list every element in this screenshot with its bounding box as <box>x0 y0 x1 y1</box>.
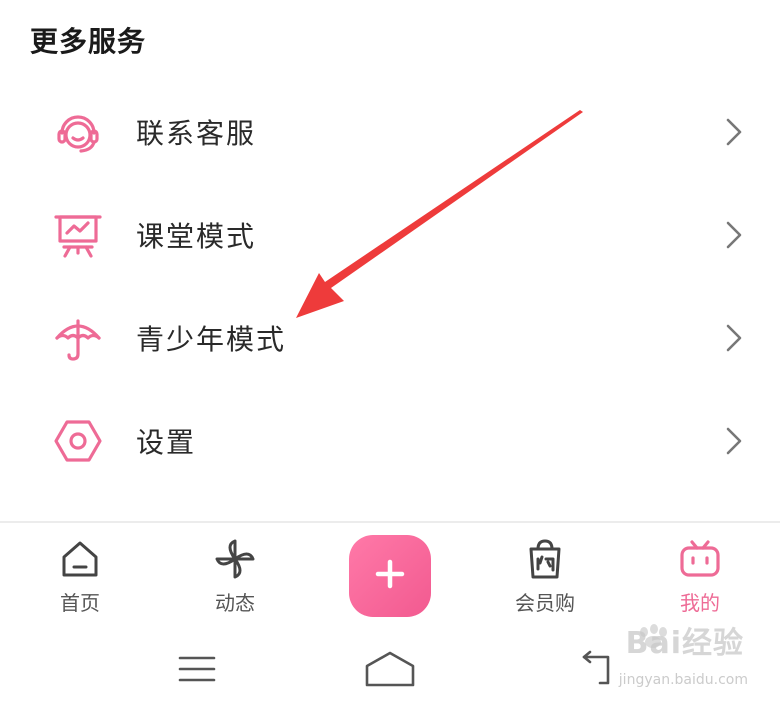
system-menu-button[interactable] <box>167 650 227 692</box>
menu-item-label: 联系客服 <box>136 116 257 150</box>
tab-mine[interactable]: 我的 <box>640 523 760 628</box>
presentation-board-icon <box>52 209 104 261</box>
home-outline-icon <box>363 650 417 692</box>
pinwheel-icon <box>213 537 257 581</box>
tab-label: 动态 <box>215 591 255 615</box>
tab-dynamic[interactable]: 动态 <box>175 523 295 628</box>
menu-item-classroom-mode[interactable]: 课堂模式 <box>0 183 780 286</box>
tab-vip-shop[interactable]: 会员购 <box>485 523 605 628</box>
menu-item-customer-service[interactable]: 联系客服 <box>0 80 780 183</box>
services-menu: 联系客服 课堂模式 青少年模式 设置 <box>0 80 780 492</box>
menu-item-label: 设置 <box>136 425 197 459</box>
tab-label: 首页 <box>60 591 100 615</box>
system-home-button[interactable] <box>360 650 420 692</box>
tab-label: 会员购 <box>515 591 575 615</box>
watermark-text: Bai经验 <box>625 626 744 661</box>
shopping-bag-icon <box>523 537 567 581</box>
menu-item-label: 青少年模式 <box>136 322 287 356</box>
publish-button[interactable] <box>349 535 431 617</box>
section-title: 更多服务 <box>30 25 147 58</box>
chevron-right-icon <box>724 219 744 251</box>
watermark: Bai经验 jingyan.baidu.com <box>566 624 766 702</box>
hexagon-settings-icon <box>52 415 104 467</box>
umbrella-icon <box>52 312 104 364</box>
tv-mascot-icon <box>678 537 722 581</box>
menu-item-settings[interactable]: 设置 <box>0 389 780 492</box>
plus-icon <box>375 559 405 593</box>
home-icon <box>58 537 102 581</box>
chevron-right-icon <box>724 322 744 354</box>
headset-icon <box>52 106 104 158</box>
chevron-right-icon <box>724 425 744 457</box>
tab-home[interactable]: 首页 <box>20 523 140 628</box>
watermark-url: jingyan.baidu.com <box>618 672 748 688</box>
tab-label: 我的 <box>680 591 720 615</box>
chevron-right-icon <box>724 116 744 148</box>
menu-item-label: 课堂模式 <box>136 219 257 253</box>
menu-item-teen-mode[interactable]: 青少年模式 <box>0 286 780 389</box>
menu-lines-icon <box>177 654 217 688</box>
